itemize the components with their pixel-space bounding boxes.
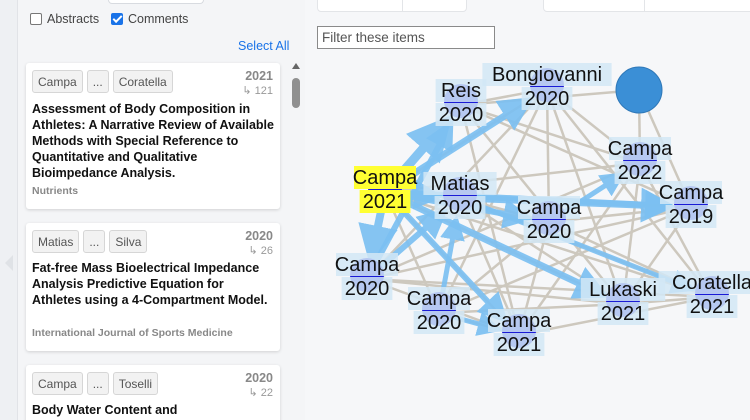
checkbox-checked-icon[interactable] (111, 13, 123, 25)
author-chip[interactable]: Coratella (112, 70, 173, 93)
paper-card[interactable]: Matias ... Silva 2020 ↳ 26 Fat-free Mass… (26, 223, 280, 351)
filter-input[interactable] (317, 26, 495, 49)
graph-node[interactable]: Campa2020 (407, 287, 472, 334)
graph-node[interactable]: Campa2022 (608, 137, 673, 184)
paper-title[interactable]: Fat-free Mass Bioelectrical Impedance An… (32, 260, 276, 308)
more-authors-chip[interactable]: ... (83, 230, 106, 253)
abstracts-checkbox[interactable]: Abstracts (30, 12, 99, 26)
paper-title[interactable]: Body Water Content and (32, 402, 276, 418)
node-author-label: Campa (659, 182, 724, 204)
node-year-label: 2021 (601, 303, 646, 325)
more-authors-chip[interactable]: ... (86, 372, 109, 395)
citation-count: ↳ 121 (242, 85, 273, 97)
node-year-label: 2021 (497, 334, 542, 356)
graph-panel: Bongiovanni2020Reis2020Campa2022Campa202… (305, 0, 750, 420)
more-authors-chip[interactable]: ... (86, 70, 109, 93)
checkbox-icon[interactable] (30, 13, 42, 25)
node-year-label: 2020 (417, 312, 462, 334)
author-chip[interactable]: Campa (32, 70, 83, 93)
graph-node[interactable]: Campa2020 (335, 253, 400, 300)
comments-label: Comments (128, 12, 189, 26)
citation-count: ↳ 22 (248, 387, 273, 399)
author-chip[interactable]: Matias (32, 230, 80, 253)
node-author-label: Campa (608, 138, 673, 160)
scroll-up-icon[interactable] (292, 63, 300, 69)
toolbar-stub (108, 0, 204, 4)
paper-card[interactable]: Campa ... Coratella 2021 ↳ 121 Assessmen… (26, 63, 280, 209)
citation-count: ↳ 26 (248, 245, 273, 257)
node-year-label: 2021 (690, 296, 735, 318)
comments-checkbox[interactable]: Comments (111, 12, 188, 26)
node-author-label: Campa (353, 167, 418, 189)
paper-journal: Nutrients (32, 185, 79, 197)
author-chips: Campa ... Toselli (32, 372, 162, 395)
author-chip[interactable]: Campa (32, 372, 83, 395)
graph-nodes: Bongiovanni2020Reis2020Campa2022Campa202… (335, 63, 750, 356)
author-chips: Matias ... Silva (32, 230, 151, 253)
node-author-label: Campa (407, 288, 472, 310)
node-year-label: 2020 (345, 278, 390, 300)
node-author-label: Bongiovanni (492, 64, 602, 86)
toolbar-button-group[interactable] (543, 0, 750, 12)
select-all-link[interactable]: Select All (238, 39, 289, 53)
node-author-label: Lukaski (589, 279, 657, 301)
node-author-label: Reis (441, 80, 481, 102)
graph-orb[interactable] (615, 66, 663, 114)
graph-node[interactable]: Campa2021 (487, 309, 552, 356)
list-scrollbar[interactable] (289, 60, 302, 420)
node-author-label: Campa (487, 310, 552, 332)
node-year-label: 2020 (439, 104, 484, 126)
scroll-thumb[interactable] (292, 78, 300, 108)
paper-journal: International Journal of Sports Medicine (32, 327, 233, 339)
paper-title[interactable]: Assessment of Body Composition in Athlet… (32, 101, 276, 181)
node-year-label: 2020 (438, 197, 483, 219)
node-author-label: Campa (335, 254, 400, 276)
node-author-label: Matias (431, 173, 490, 195)
node-author-label: Campa (517, 197, 582, 219)
toolbar-button-group[interactable] (317, 0, 467, 12)
abstracts-label: Abstracts (47, 12, 100, 26)
node-year-label: 2020 (525, 88, 570, 110)
node-year-label: 2022 (618, 162, 663, 184)
node-year-label: 2020 (527, 221, 572, 243)
author-chip[interactable]: Silva (109, 230, 148, 253)
paper-year: 2020 (245, 371, 273, 385)
paper-year: 2020 (245, 229, 273, 243)
left-panel: Abstracts Comments Select All Campa ... … (0, 0, 305, 420)
graph-node[interactable]: Bongiovanni2020 (482, 63, 612, 110)
paper-card[interactable]: Campa ... Toselli 2020 ↳ 22 Body Water C… (26, 365, 280, 420)
author-chip[interactable]: Toselli (112, 372, 159, 395)
collapse-arrow-icon[interactable] (5, 255, 13, 271)
citation-graph[interactable]: Bongiovanni2020Reis2020Campa2022Campa202… (305, 55, 750, 420)
node-year-label: 2019 (669, 206, 714, 228)
node-author-label: Coratella (672, 272, 750, 294)
node-year-label: 2021 (363, 191, 408, 213)
author-chips: Campa ... Coratella (32, 70, 177, 93)
paper-year: 2021 (245, 69, 273, 83)
